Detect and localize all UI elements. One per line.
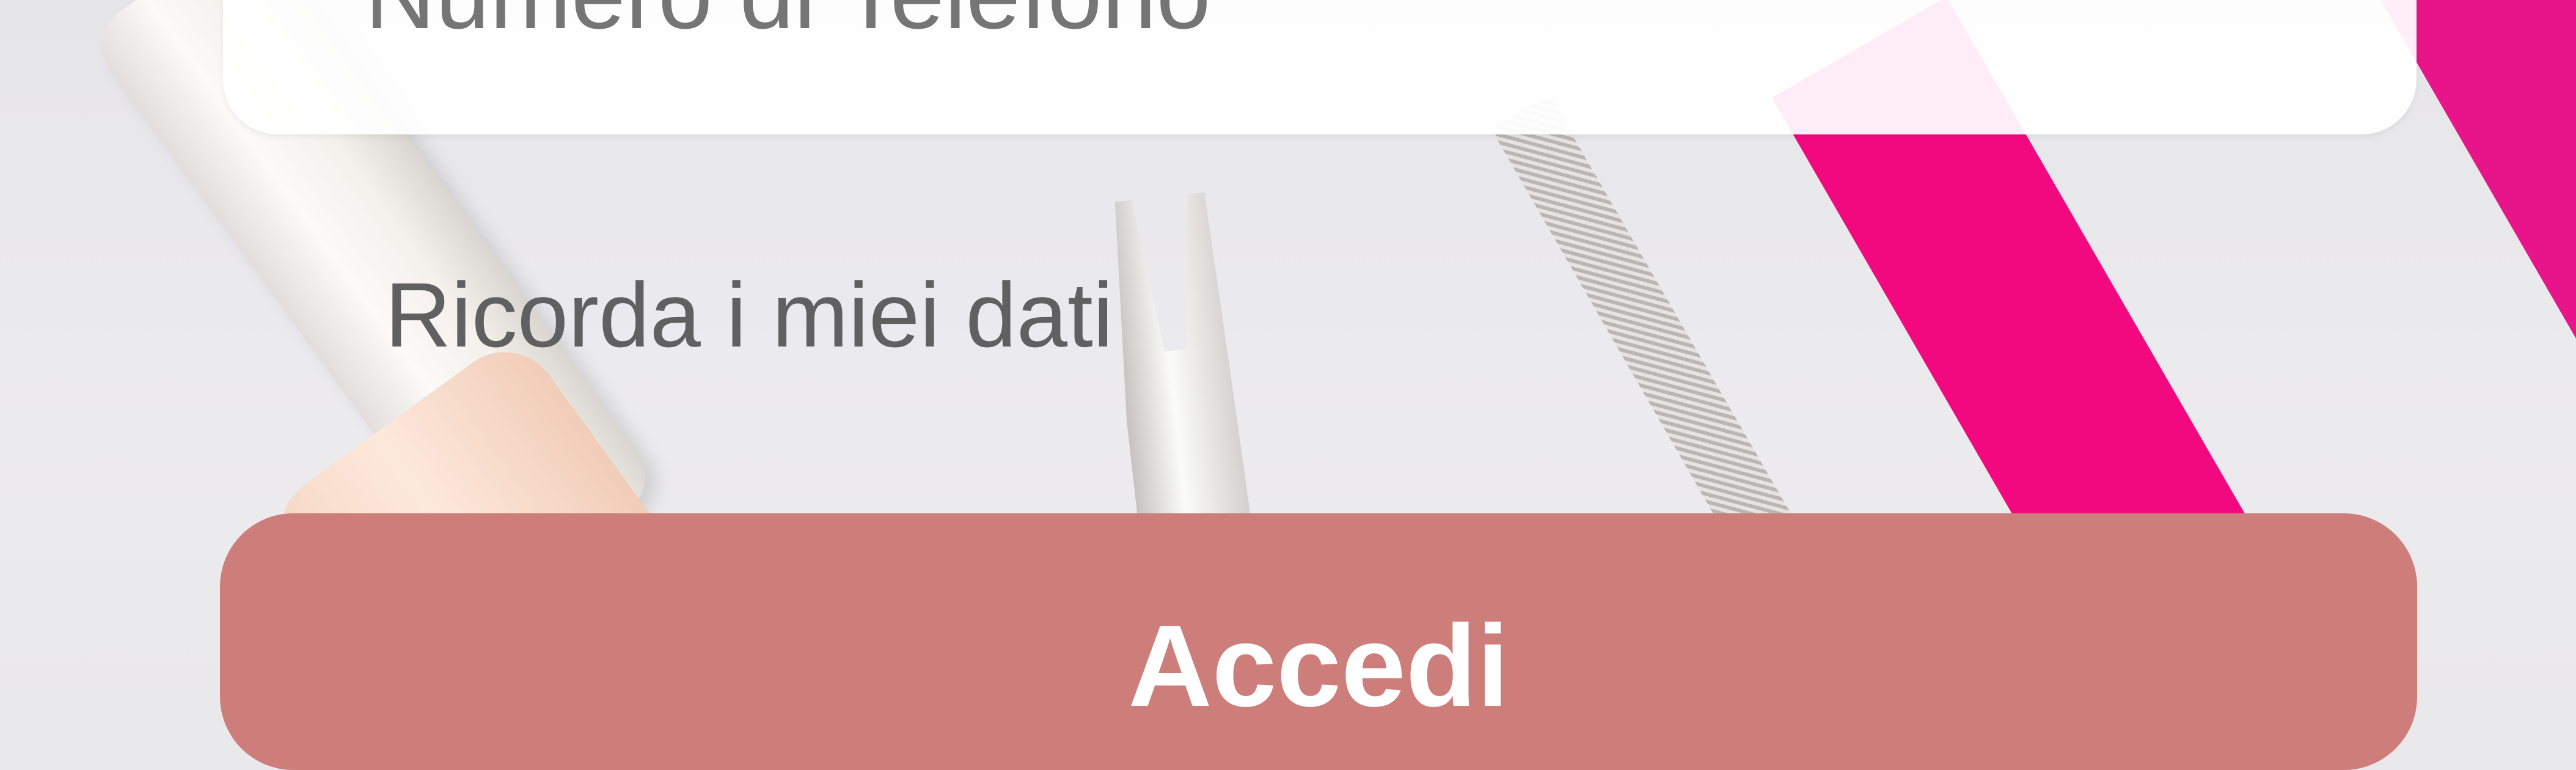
phone-number-input[interactable] <box>364 0 2321 38</box>
remember-me-label[interactable]: Ricorda i miei dati <box>385 263 1113 367</box>
login-button[interactable]: Accedi <box>220 513 2417 770</box>
login-button-label: Accedi <box>1128 601 1509 731</box>
remember-me-row[interactable]: Ricorda i miei dati <box>385 263 1113 367</box>
phone-field-card <box>223 0 2417 134</box>
